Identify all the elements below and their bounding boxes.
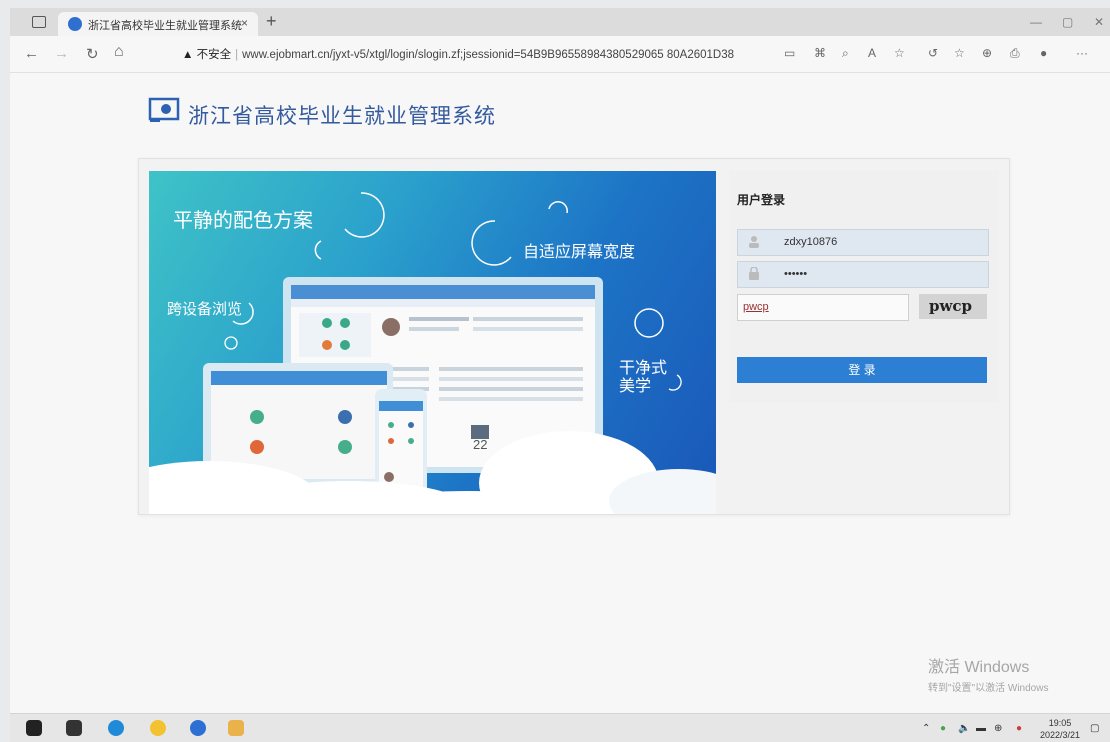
taskbar-clock[interactable]: 19:05 2022/3/21 bbox=[1040, 717, 1080, 741]
security-warning[interactable]: ▲ 不安全 bbox=[182, 49, 231, 61]
url-field[interactable]: ▲ 不安全 | www.ejobmart.cn/jyxt-v5/xtgl/login… bbox=[182, 46, 734, 62]
notification-icon[interactable]: ▢ bbox=[1090, 723, 1099, 734]
search-icon[interactable]: ⌕ bbox=[842, 46, 849, 61]
password-value: •••••• bbox=[784, 268, 808, 280]
search-taskbar-icon[interactable] bbox=[66, 720, 82, 736]
site-favicon-icon bbox=[68, 17, 82, 31]
username-field[interactable]: zdxy10876 bbox=[737, 229, 989, 256]
read-aloud-icon[interactable]: A bbox=[868, 46, 876, 60]
url-text: www.ejobmart.cn/jyxt-v5/xtgl/login/slogi… bbox=[242, 49, 735, 61]
edge-icon[interactable] bbox=[108, 720, 124, 736]
lock-icon bbox=[749, 267, 759, 280]
new-tab-button[interactable]: + bbox=[266, 12, 277, 30]
system-logo-icon bbox=[148, 97, 180, 122]
apps-icon[interactable]: ⌘ bbox=[814, 46, 826, 60]
antivirus-icon[interactable]: ● bbox=[1016, 723, 1022, 734]
tab-close-icon[interactable]: × bbox=[241, 16, 248, 30]
refresh-icon[interactable]: ↻ bbox=[86, 45, 99, 63]
page-content: 浙江省高校毕业生就业管理系统 22 平静的配色方案 自适应屏幕宽度 跨设备浏览 … bbox=[10, 73, 1110, 713]
maximize-icon[interactable]: ▢ bbox=[1062, 15, 1073, 29]
downloads-icon[interactable]: ⎙ bbox=[1010, 46, 1020, 61]
login-heading: 用户登录 bbox=[737, 193, 786, 207]
tray-chevron-icon[interactable]: ⌃ bbox=[922, 723, 930, 734]
minimize-icon[interactable]: — bbox=[1030, 15, 1042, 29]
banner-slogan-clean-1: 干净式 bbox=[619, 358, 668, 377]
taskbar: ⌃ ● 🔈 ▬ ⊕ ● 19:05 2022/3/21 ▢ bbox=[10, 713, 1110, 742]
battery-icon[interactable]: ▬ bbox=[976, 723, 986, 734]
browser-tab-bar: 浙江省高校毕业生就业管理系统 × + — ▢ ✕ bbox=[10, 8, 1110, 36]
windows-activation-watermark: 激活 Windows 转到"设置"以激活 Windows bbox=[928, 653, 1048, 694]
network-icon[interactable]: ⊕ bbox=[994, 723, 1002, 734]
start-icon[interactable] bbox=[26, 720, 42, 736]
folder-icon[interactable] bbox=[228, 720, 244, 736]
page-title: 浙江省高校毕业生就业管理系统 bbox=[188, 105, 496, 128]
login-card: 22 平静的配色方案 自适应屏幕宽度 跨设备浏览 干净式 美学 用户登录 zdx… bbox=[138, 158, 1010, 515]
banner-slogan-clean-2: 美学 bbox=[619, 376, 652, 395]
back-icon[interactable]: ← bbox=[24, 45, 39, 62]
refresh-extension-icon[interactable]: ↺ bbox=[928, 46, 938, 60]
captcha-image-text: pwcp bbox=[929, 297, 973, 315]
promo-banner: 22 平静的配色方案 自适应屏幕宽度 跨设备浏览 干净式 美学 bbox=[149, 171, 716, 514]
password-field[interactable]: •••••• bbox=[737, 261, 989, 288]
browser-tab[interactable]: 浙江省高校毕业生就业管理系统 × bbox=[58, 12, 258, 36]
volume-icon[interactable]: 🔈 bbox=[958, 723, 970, 734]
username-value: zdxy10876 bbox=[784, 236, 838, 248]
login-button[interactable]: 登 录 bbox=[737, 357, 987, 383]
banner-slogan-colors: 平静的配色方案 bbox=[173, 208, 313, 232]
collections-icon[interactable]: ⊕ bbox=[982, 46, 992, 60]
chrome-icon[interactable] bbox=[150, 720, 166, 736]
screen: 浙江省高校毕业生就业管理系统 × + — ▢ ✕ ← → ↻ ⌂ ▲ 不安全 | w… bbox=[10, 8, 1110, 742]
watermark-line2: 转到"设置"以激活 Windows bbox=[928, 683, 1049, 694]
captcha-image[interactable]: pwcp bbox=[919, 294, 987, 319]
clock-date: 2022/3/21 bbox=[1040, 730, 1081, 740]
app-icon[interactable] bbox=[190, 720, 206, 736]
profile-avatar-icon[interactable]: ● bbox=[1040, 46, 1047, 60]
address-bar: ← → ↻ ⌂ ▲ 不安全 | www.ejobmart.cn/jyxt-v5/xt… bbox=[10, 36, 1110, 73]
favorite-star-icon[interactable]: ☆ bbox=[894, 46, 905, 60]
more-menu-icon[interactable]: ··· bbox=[1076, 46, 1088, 60]
login-form: 用户登录 zdxy10876 •••••• pwcp pwcp 登 录 bbox=[729, 171, 999, 403]
favorites-icon[interactable]: ☆ bbox=[954, 46, 965, 60]
tray-app-icon[interactable]: ● bbox=[940, 723, 946, 734]
close-window-icon[interactable]: ✕ bbox=[1094, 15, 1104, 29]
forward-icon[interactable]: → bbox=[54, 45, 69, 62]
clock-time: 19:05 bbox=[1048, 718, 1072, 728]
tab-actions-icon[interactable] bbox=[32, 16, 46, 28]
user-icon bbox=[749, 236, 759, 248]
captcha-input[interactable]: pwcp bbox=[737, 294, 909, 321]
banner-slogan-adaptive: 自适应屏幕宽度 bbox=[523, 242, 636, 261]
banner-slogan-clean: 干净式 美学 bbox=[619, 359, 667, 395]
home-icon[interactable]: ⌂ bbox=[114, 43, 124, 61]
captcha-input-value: pwcp bbox=[743, 301, 769, 313]
banner-slogan-devices: 跨设备浏览 bbox=[167, 300, 243, 318]
watermark-line1: 激活 Windows bbox=[928, 659, 1030, 676]
tab-title: 浙江省高校毕业生就业管理系统 bbox=[88, 20, 242, 32]
svg-text:22: 22 bbox=[473, 437, 487, 452]
reader-icon[interactable]: ▭ bbox=[784, 46, 795, 60]
